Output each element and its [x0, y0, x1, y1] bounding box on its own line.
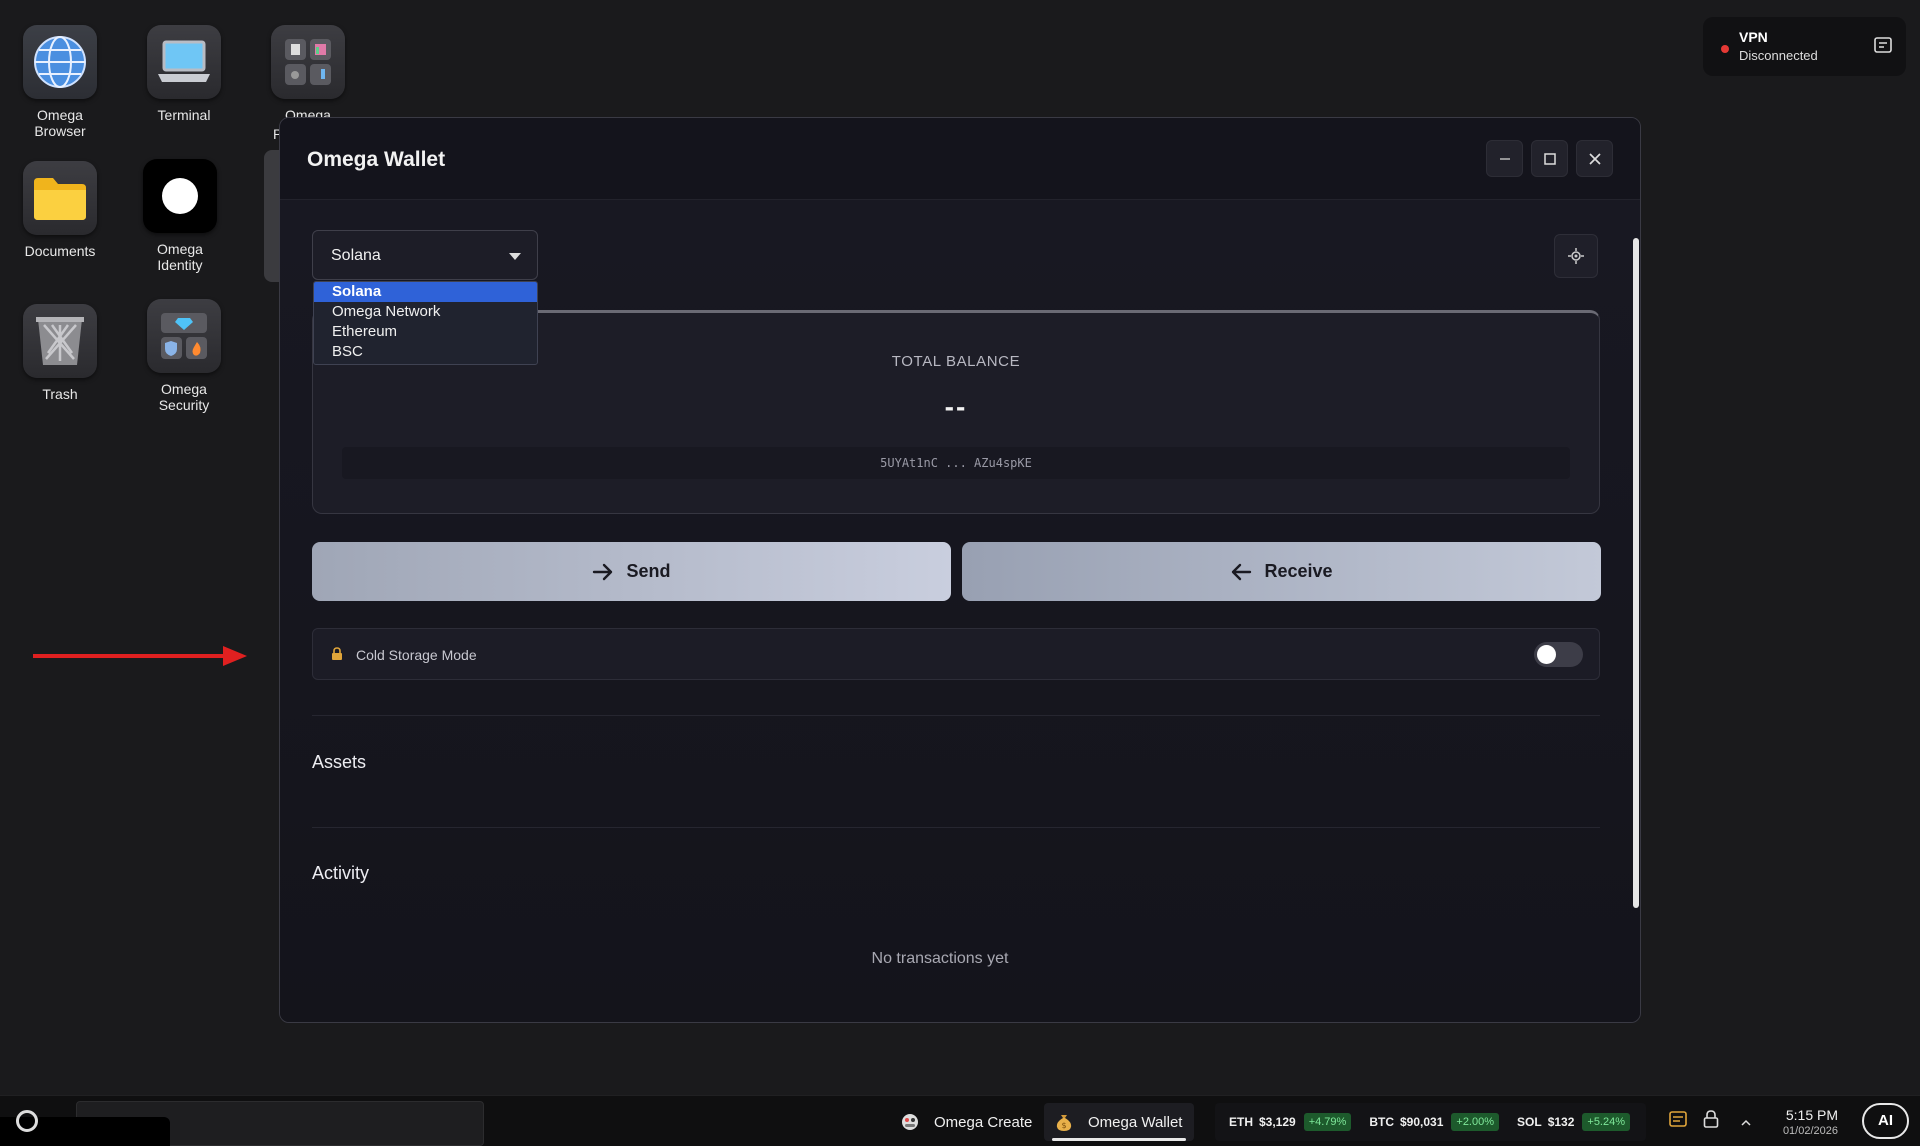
- arrow-left-icon: [1230, 562, 1252, 582]
- window-titlebar[interactable]: Omega Wallet: [280, 118, 1640, 200]
- vpn-widget[interactable]: VPN Disconnected: [1703, 17, 1906, 76]
- window-scrollbar[interactable]: [1633, 238, 1639, 908]
- minimize-button[interactable]: [1486, 140, 1523, 177]
- clock-date: 01/02/2026: [1782, 1125, 1838, 1137]
- circle-identity-icon: [143, 159, 217, 233]
- ticker-symbol: ETH: [1229, 1115, 1253, 1129]
- network-option-omega-network[interactable]: Omega Network: [314, 302, 537, 322]
- network-option-bsc[interactable]: BSC: [314, 342, 537, 362]
- desktop-icon-documents[interactable]: Documents: [5, 161, 115, 259]
- ticker-symbol: BTC: [1369, 1115, 1394, 1129]
- desktop-icon-omega-security[interactable]: Omega Security: [129, 299, 239, 413]
- money-bag-icon: $: [1054, 1112, 1074, 1132]
- activity-empty-text: No transactions yet: [871, 950, 1009, 967]
- desktop-icon-trash[interactable]: Trash: [5, 304, 115, 402]
- receive-label: Receive: [1264, 561, 1333, 581]
- send-button[interactable]: Send: [312, 542, 951, 601]
- maximize-button[interactable]: [1531, 140, 1568, 177]
- locate-button[interactable]: [1554, 234, 1598, 278]
- start-icon[interactable]: [16, 1110, 38, 1132]
- desktop-icon-label: Trash: [42, 386, 78, 402]
- ticker-price: $132: [1547, 1115, 1575, 1129]
- desktop-icon-omega-identity[interactable]: Omega Identity: [125, 159, 235, 273]
- minimize-icon: [1499, 157, 1510, 160]
- active-indicator: [1052, 1138, 1186, 1141]
- cold-storage-row: Cold Storage Mode: [312, 628, 1600, 680]
- desktop-icon-label: Omega Security: [158, 381, 210, 413]
- clock-time: 5:15 PM: [1785, 1107, 1838, 1123]
- vpn-status: Disconnected: [1739, 48, 1818, 63]
- desktop-icon-label: Omega Browser: [34, 107, 86, 139]
- app-grid-icon: [271, 25, 345, 99]
- crosshair-icon: [1568, 248, 1584, 264]
- window-content: Solana Solana Omega Network Ethereum BSC…: [280, 200, 1640, 1022]
- desktop-icon-label: Terminal: [157, 107, 211, 123]
- network-select[interactable]: Solana: [312, 230, 538, 280]
- ticker-symbol: SOL: [1517, 1115, 1542, 1129]
- taskbar: Omega Create $ Omega Wallet ETH $3,129 +…: [0, 1095, 1920, 1146]
- section-divider: [312, 715, 1600, 716]
- window-title: Omega Wallet: [307, 148, 446, 171]
- taskbar-app-omega-wallet[interactable]: $ Omega Wallet: [1044, 1103, 1194, 1141]
- assets-title: Assets: [312, 752, 367, 772]
- vpn-status-dot: [1721, 45, 1729, 53]
- network-dropdown: Solana Omega Network Ethereum BSC: [313, 281, 538, 365]
- clock[interactable]: 5:15 PM 01/02/2026: [1766, 1107, 1838, 1137]
- notes-icon[interactable]: [1669, 1110, 1687, 1133]
- lock-icon: [331, 647, 343, 666]
- desktop-icon-terminal[interactable]: Terminal: [129, 25, 239, 123]
- desktop-icon-omega-browser[interactable]: Omega Browser: [5, 25, 115, 139]
- laptop-icon: [147, 25, 221, 99]
- globe-icon: [23, 25, 97, 99]
- toggle-knob: [1537, 645, 1556, 664]
- network-option-ethereum[interactable]: Ethereum: [314, 322, 537, 342]
- svg-text:$: $: [1061, 1121, 1066, 1130]
- ai-button[interactable]: AI: [1862, 1103, 1909, 1139]
- cold-storage-toggle[interactable]: [1534, 642, 1583, 667]
- network-option-solana[interactable]: Solana: [314, 282, 537, 302]
- lock-icon[interactable]: [1703, 1110, 1719, 1133]
- folder-icon: [23, 161, 97, 235]
- desktop-icon-label: Omega Identity: [157, 241, 203, 273]
- ticker-change: +4.79%: [1303, 1113, 1352, 1131]
- cold-storage-label: Cold Storage Mode: [356, 647, 477, 663]
- send-label: Send: [626, 561, 671, 581]
- desktop-icon-label: Documents: [24, 243, 96, 259]
- palette-icon: [900, 1112, 920, 1132]
- network-select-value: Solana: [331, 247, 381, 264]
- ticker-change: +2.00%: [1451, 1113, 1500, 1131]
- close-button[interactable]: [1576, 140, 1613, 177]
- wallet-address[interactable]: 5UYAt1nC ... AZu4spKE: [342, 447, 1570, 479]
- ticker-item-sol: SOL $132 +5.24%: [1517, 1113, 1631, 1131]
- crypto-ticker[interactable]: ETH $3,129 +4.79% BTC $90,031 +2.00% SOL…: [1215, 1103, 1646, 1141]
- vpn-title: VPN: [1739, 29, 1768, 45]
- receive-button[interactable]: Receive: [962, 542, 1601, 601]
- desktop-icon-omega-productivity[interactable]: Omega: [253, 25, 363, 123]
- close-icon: [1588, 152, 1601, 165]
- total-balance-value: --: [944, 391, 968, 422]
- ticker-item-eth: ETH $3,129 +4.79%: [1229, 1113, 1352, 1131]
- section-divider: [312, 827, 1600, 828]
- ticker-change: +5.24%: [1582, 1113, 1631, 1131]
- wallet-window: Omega Wallet Solana Solana Omega Network…: [279, 117, 1641, 1023]
- panel-icon[interactable]: [1874, 37, 1892, 58]
- taskbar-app-label: Omega Create: [934, 1113, 1033, 1131]
- ticker-item-btc: BTC $90,031 +2.00%: [1369, 1113, 1500, 1131]
- ticker-price: $3,129: [1259, 1115, 1296, 1129]
- chevron-down-icon: [509, 253, 521, 260]
- chevron-up-icon[interactable]: [1741, 1114, 1751, 1132]
- taskbar-app-omega-create[interactable]: Omega Create: [890, 1103, 1042, 1141]
- activity-title: Activity: [312, 863, 370, 883]
- ticker-price: $90,031: [1400, 1115, 1444, 1129]
- arrow-right-icon: [592, 562, 614, 582]
- maximize-icon: [1543, 152, 1556, 165]
- security-suite-icon: [147, 299, 221, 373]
- annotation-arrow-icon: [33, 646, 247, 666]
- taskbar-app-label: Omega Wallet: [1088, 1113, 1183, 1131]
- trash-icon: [23, 304, 97, 378]
